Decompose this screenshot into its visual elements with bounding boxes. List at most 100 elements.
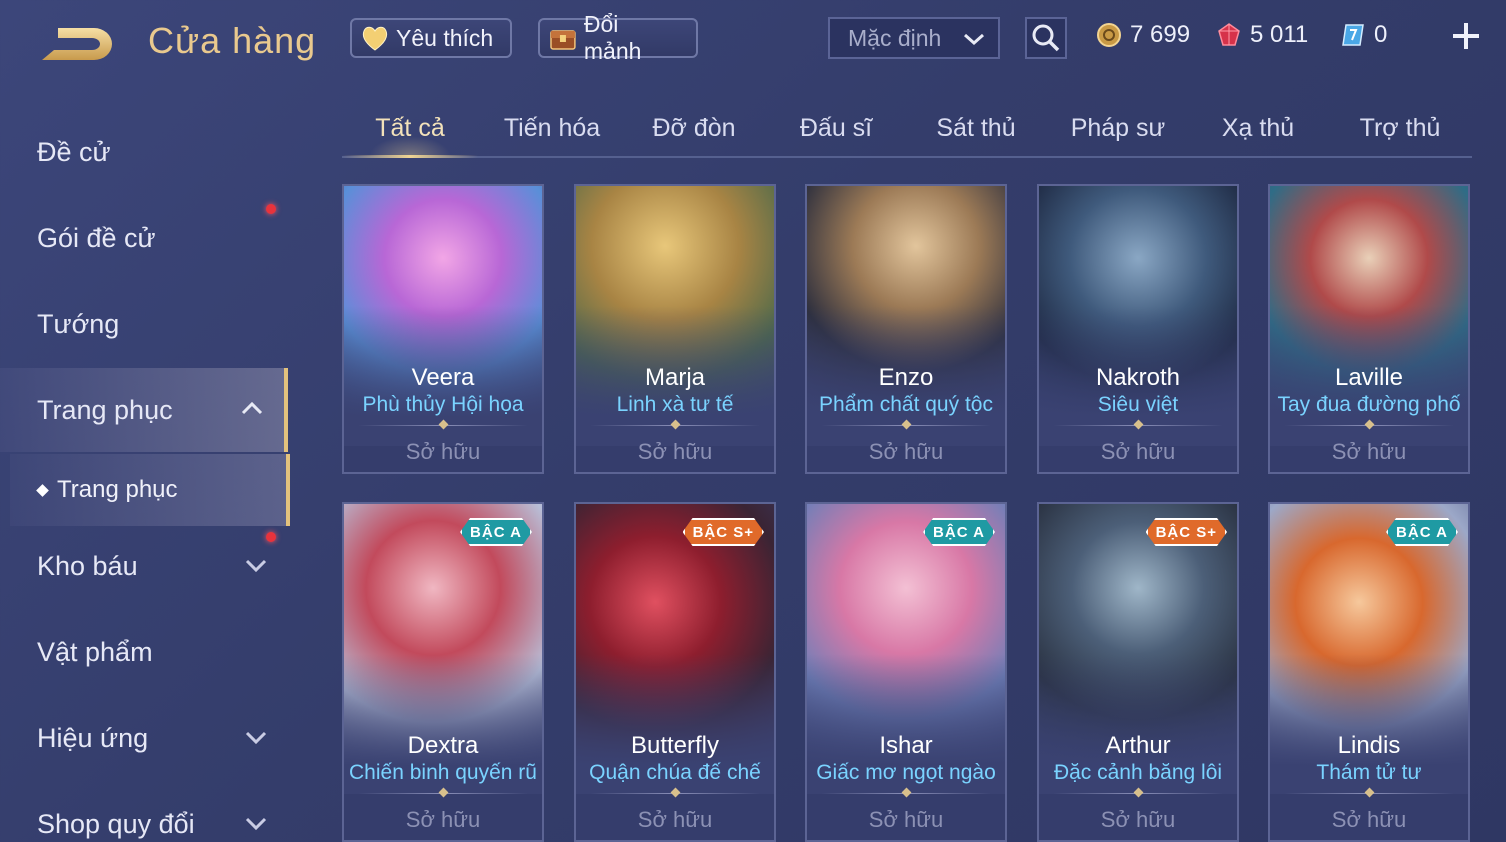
exchange-label: Đổi mảnh: [583, 11, 642, 64]
heart-icon: [362, 26, 388, 51]
skin-name: Tay đua đường phố: [1277, 393, 1461, 416]
sort-value: Mặc định: [848, 24, 942, 51]
gold-amount: 7 699: [1130, 21, 1191, 48]
favorite-label: Yêu thích: [396, 24, 494, 51]
chevron-down-icon: [245, 559, 267, 573]
divider: [1284, 788, 1454, 800]
ruby-currency: 5 011: [1216, 18, 1308, 52]
divider: [358, 788, 528, 800]
skin-name: Linh xà tư tế: [616, 393, 734, 416]
owned-status: Sở hữu: [1331, 807, 1407, 832]
hero-name: Laville: [1334, 364, 1404, 391]
tab-tank[interactable]: Đỡ đòn: [624, 100, 764, 156]
divider: [590, 420, 760, 432]
top-bar: Cửa hàng Yêu thích Đổi mảnh Mặc định 7 6…: [0, 0, 1506, 80]
gold-currency: 7 699: [1096, 18, 1190, 52]
sidebar-subitem-skins[interactable]: Trang phục: [10, 454, 290, 526]
skin-name: Quận chúa đế chế: [589, 761, 761, 784]
sort-dropdown[interactable]: Mặc định: [828, 17, 1000, 59]
tab-warrior[interactable]: Đấu sĩ: [766, 100, 906, 156]
sidebar-item-label: Tướng: [37, 308, 120, 339]
sidebar-item-label: Đề cử: [37, 136, 111, 167]
divider: [590, 788, 760, 800]
owned-status: Sở hữu: [405, 439, 481, 464]
owned-status: Sở hữu: [1331, 439, 1407, 464]
ticket-amount: 0: [1374, 21, 1388, 48]
sidebar-item-label: Shop quy đổi: [37, 808, 195, 839]
ticket-icon: [1342, 24, 1364, 46]
hero-name: Veera: [411, 364, 475, 391]
skin-name: Phẩm chất quý tộc: [819, 393, 993, 416]
skin-name: Phù thủy Hội họa: [362, 393, 524, 416]
search-button[interactable]: [1025, 17, 1067, 59]
owned-status: Sở hữu: [637, 439, 713, 464]
sidebar-item-items[interactable]: Vật phẩm: [0, 610, 288, 694]
skin-card[interactable]: Veera Phù thủy Hội họa Sở hữu: [342, 184, 544, 474]
notification-dot: [266, 204, 276, 214]
sidebar-item-exchange-shop[interactable]: Shop quy đổi: [0, 782, 288, 842]
hero-name: Arthur: [1105, 732, 1171, 759]
skin-card[interactable]: Enzo Phẩm chất quý tộc Sở hữu: [805, 184, 1007, 474]
tab-all[interactable]: Tất cả: [342, 100, 478, 158]
tab-evolution[interactable]: Tiến hóa: [482, 100, 622, 156]
tab-marksman[interactable]: Xạ thủ: [1188, 100, 1328, 156]
skin-card[interactable]: Laville Tay đua đường phố Sở hữu: [1268, 184, 1470, 474]
tab-mage[interactable]: Pháp sư: [1048, 100, 1188, 156]
sidebar-item-label: Gói đề cử: [37, 222, 156, 253]
tier-badge: BẬC A: [923, 518, 995, 546]
hero-name: Enzo: [878, 364, 934, 391]
hero-name: Marja: [644, 364, 705, 391]
skin-card[interactable]: Nakroth Siêu việt Sở hữu: [1037, 184, 1239, 474]
skin-name: Siêu việt: [1097, 393, 1179, 416]
tab-assassin[interactable]: Sát thủ: [906, 100, 1046, 156]
divider: [1284, 420, 1454, 432]
owned-status: Sở hữu: [868, 439, 944, 464]
divider: [1053, 420, 1223, 432]
exchange-fragments-button[interactable]: Đổi mảnh: [538, 11, 698, 64]
hero-name: Nakroth: [1095, 364, 1181, 391]
sidebar-item-skins[interactable]: Trang phục: [0, 368, 288, 452]
owned-status: Sở hữu: [1100, 439, 1176, 464]
diamond-bullet-icon: [36, 483, 49, 497]
sidebar-item-label: Vật phẩm: [37, 636, 153, 667]
divider: [821, 420, 991, 432]
page-title: Cửa hàng: [148, 20, 317, 61]
sidebar-item-bundles[interactable]: Gói đề cử: [0, 196, 288, 280]
hero-name: Dextra: [407, 732, 479, 759]
skin-card[interactable]: BẬC A Lindis Thám tử tư Sở hữu: [1268, 502, 1470, 842]
skin-grid: Veera Phù thủy Hội họa Sở hữu Marja Linh…: [342, 184, 1472, 842]
sidebar-item-label: Hiệu ứng: [37, 722, 149, 753]
notification-dot: [266, 532, 276, 542]
skin-name: Đặc cảnh băng lôi: [1053, 761, 1223, 784]
back-arrow-icon[interactable]: [36, 22, 116, 66]
skin-card[interactable]: Marja Linh xà tư tế Sở hữu: [574, 184, 776, 474]
sidebar-item-featured[interactable]: Đề cử: [0, 110, 288, 194]
plus-icon[interactable]: [1448, 18, 1484, 54]
skin-card[interactable]: BẬC S+ Butterfly Quận chúa đế chế Sở hữu: [574, 502, 776, 842]
gold-coin-icon: [1097, 23, 1121, 47]
sidebar-item-treasure[interactable]: Kho báu: [0, 524, 288, 608]
tier-badge: BẬC A: [1386, 518, 1458, 546]
sidebar-item-label: Trang phục: [37, 394, 173, 425]
sidebar-item-heroes[interactable]: Tướng: [0, 282, 288, 366]
chevron-down-icon: [245, 817, 267, 831]
tab-support[interactable]: Trợ thủ: [1330, 100, 1470, 156]
owned-status: Sở hữu: [405, 807, 481, 832]
hero-name: Butterfly: [630, 732, 720, 759]
favorite-button[interactable]: Yêu thích: [350, 18, 512, 58]
hero-name: Lindis: [1337, 732, 1401, 759]
ruby-amount: 5 011: [1250, 21, 1309, 48]
sidebar-item-effects[interactable]: Hiệu ứng: [0, 696, 288, 780]
skin-card[interactable]: BẬC A Ishar Giấc mơ ngọt ngào Sở hữu: [805, 502, 1007, 842]
skin-name: Giấc mơ ngọt ngào: [816, 761, 996, 784]
divider: [821, 788, 991, 800]
role-tabs: Tất cả Tiến hóa Đỡ đòn Đấu sĩ Sát thủ Ph…: [342, 100, 1472, 158]
divider: [1053, 788, 1223, 800]
tier-badge: BẬC S+: [683, 518, 764, 546]
sidebar: Đề cử Gói đề cử Tướng Trang phục Trang p…: [0, 108, 290, 842]
skin-card[interactable]: BẬC S+ Arthur Đặc cảnh băng lôi Sở hữu: [1037, 502, 1239, 842]
owned-status: Sở hữu: [868, 807, 944, 832]
ruby-gem-icon: [1218, 23, 1240, 46]
hero-name: Ishar: [879, 732, 933, 759]
skin-card[interactable]: BẬC A Dextra Chiến binh quyến rũ Sở hữu: [342, 502, 544, 842]
